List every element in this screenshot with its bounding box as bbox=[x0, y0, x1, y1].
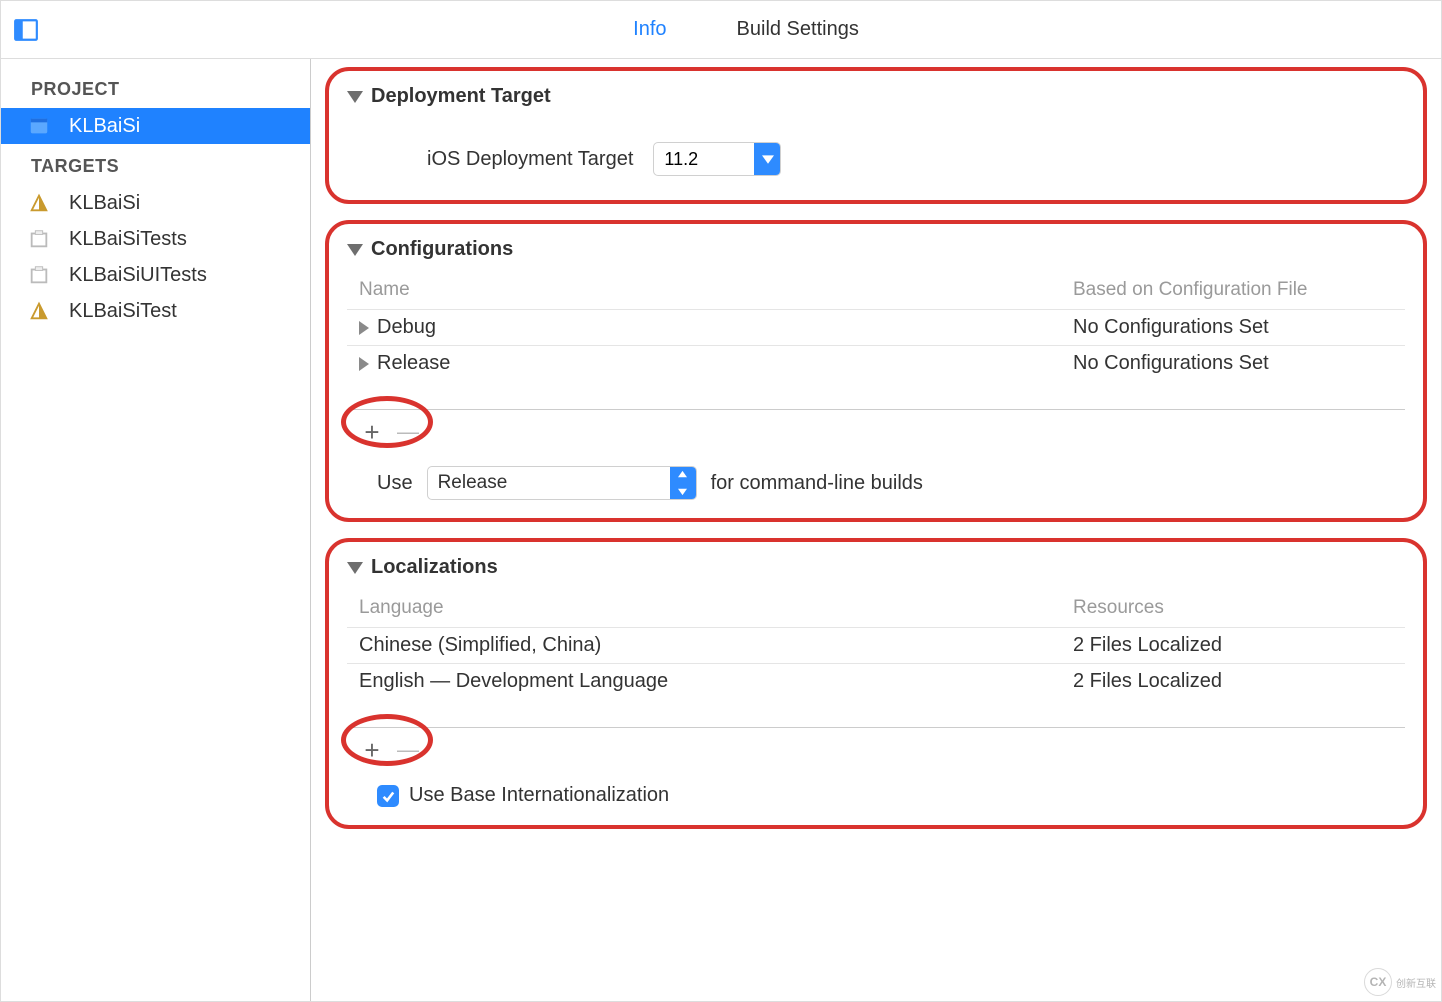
test-target-icon bbox=[27, 263, 51, 287]
localization-resources: 2 Files Localized bbox=[1073, 634, 1393, 657]
deployment-row: iOS Deployment Target bbox=[347, 122, 1405, 182]
editor-body: PROJECT KLBaiSi TARGETS KLBaiSi KLBaiSiT… bbox=[1, 59, 1441, 1001]
use-suffix: for command-line builds bbox=[711, 472, 923, 495]
config-based: No Configurations Set bbox=[1073, 316, 1393, 339]
config-name: Debug bbox=[377, 316, 436, 339]
column-header: Based on Configuration File bbox=[1073, 279, 1393, 301]
sidebar-project-label: KLBaiSi bbox=[69, 115, 140, 138]
column-header: Language bbox=[359, 597, 1073, 619]
sidebar-heading-targets: TARGETS bbox=[1, 144, 310, 185]
watermark: CX 创新互联 bbox=[1364, 968, 1436, 996]
deployment-label: iOS Deployment Target bbox=[427, 148, 633, 171]
base-intl-checkbox[interactable] bbox=[377, 785, 399, 807]
stepper-icon[interactable] bbox=[670, 466, 696, 500]
remove-button[interactable]: — bbox=[393, 736, 423, 764]
use-prefix: Use bbox=[377, 472, 413, 495]
add-remove-bar: + — bbox=[347, 409, 1405, 446]
deployment-target-combo[interactable] bbox=[653, 142, 781, 176]
sidebar-target-label: KLBaiSiTests bbox=[69, 228, 187, 251]
sidebar-heading-project: PROJECT bbox=[1, 67, 310, 108]
table-header: Name Based on Configuration File bbox=[347, 275, 1405, 309]
remove-button[interactable]: — bbox=[393, 418, 423, 446]
tab-bar: Info Build Settings bbox=[51, 18, 1441, 41]
deployment-target-panel: Deployment Target iOS Deployment Target bbox=[325, 67, 1427, 204]
localization-language: English — Development Language bbox=[359, 670, 668, 693]
sidebar-project-item[interactable]: KLBaiSi bbox=[1, 108, 310, 144]
section-header[interactable]: Localizations bbox=[347, 556, 1405, 579]
panel-toggle-button[interactable] bbox=[1, 17, 51, 43]
column-header: Resources bbox=[1073, 597, 1393, 619]
app-target-icon bbox=[27, 191, 51, 215]
localization-resources: 2 Files Localized bbox=[1073, 670, 1393, 693]
select-value: Release bbox=[428, 472, 670, 494]
table-row[interactable]: Debug No Configurations Set bbox=[347, 309, 1405, 345]
section-header[interactable]: Deployment Target bbox=[347, 85, 1405, 108]
add-remove-bar: + — bbox=[347, 727, 1405, 764]
section-header[interactable]: Configurations bbox=[347, 238, 1405, 261]
config-based: No Configurations Set bbox=[1073, 352, 1393, 375]
section-title: Configurations bbox=[371, 238, 513, 261]
deployment-target-input[interactable] bbox=[654, 149, 754, 170]
section-title: Localizations bbox=[371, 556, 498, 579]
sidebar-target-item[interactable]: KLBaiSi bbox=[1, 185, 310, 221]
app-target-icon bbox=[27, 299, 51, 323]
chevron-down-icon bbox=[347, 91, 363, 103]
table-row[interactable]: Chinese (Simplified, China) 2 Files Loca… bbox=[347, 627, 1405, 663]
section-title: Deployment Target bbox=[371, 85, 551, 108]
tab-build-settings[interactable]: Build Settings bbox=[737, 18, 859, 41]
tab-info[interactable]: Info bbox=[633, 18, 666, 41]
sidebar: PROJECT KLBaiSi TARGETS KLBaiSi KLBaiSiT… bbox=[1, 59, 311, 1001]
chevron-down-icon bbox=[347, 244, 363, 256]
xcode-project-icon bbox=[27, 114, 51, 138]
sidebar-target-item[interactable]: KLBaiSiUITests bbox=[1, 257, 310, 293]
sidebar-target-label: KLBaiSiUITests bbox=[69, 264, 207, 287]
base-intl-label: Use Base Internationalization bbox=[409, 784, 669, 807]
table-row[interactable]: Release No Configurations Set bbox=[347, 345, 1405, 381]
sidebar-target-item[interactable]: KLBaiSiTests bbox=[1, 221, 310, 257]
test-target-icon bbox=[27, 227, 51, 251]
add-button[interactable]: + bbox=[357, 736, 387, 764]
base-intl-row: Use Base Internationalization bbox=[347, 764, 1405, 807]
table-row[interactable]: English — Development Language 2 Files L… bbox=[347, 663, 1405, 699]
chevron-down-icon[interactable] bbox=[754, 142, 780, 176]
top-bar: Info Build Settings bbox=[1, 1, 1441, 59]
content-area: Deployment Target iOS Deployment Target … bbox=[311, 59, 1441, 1001]
sidebar-target-label: KLBaiSiTest bbox=[69, 300, 177, 323]
use-config-line: Use Release for command-line builds bbox=[347, 446, 1405, 500]
xcode-project-editor: Info Build Settings PROJECT KLBaiSi TARG… bbox=[0, 0, 1442, 1002]
add-button[interactable]: + bbox=[357, 418, 387, 446]
chevron-down-icon bbox=[347, 562, 363, 574]
chevron-right-icon[interactable] bbox=[359, 357, 369, 371]
configurations-panel: Configurations Name Based on Configurati… bbox=[325, 220, 1427, 522]
use-config-select[interactable]: Release bbox=[427, 466, 697, 500]
table-header: Language Resources bbox=[347, 593, 1405, 627]
sidebar-target-label: KLBaiSi bbox=[69, 192, 140, 215]
localizations-panel: Localizations Language Resources Chinese… bbox=[325, 538, 1427, 829]
config-name: Release bbox=[377, 352, 450, 375]
chevron-right-icon[interactable] bbox=[359, 321, 369, 335]
watermark-text: 创新互联 bbox=[1396, 975, 1436, 990]
localization-language: Chinese (Simplified, China) bbox=[359, 634, 601, 657]
sidebar-target-item[interactable]: KLBaiSiTest bbox=[1, 293, 310, 329]
panel-left-icon bbox=[13, 17, 39, 43]
watermark-icon: CX bbox=[1364, 968, 1392, 996]
column-header: Name bbox=[359, 279, 1073, 301]
